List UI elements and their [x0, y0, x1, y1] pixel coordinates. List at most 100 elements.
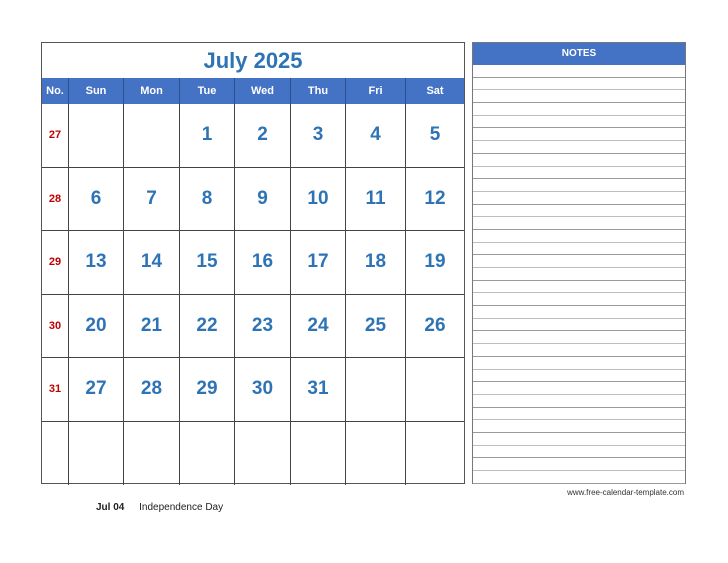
holiday-name: Independence Day [139, 502, 224, 513]
note-line[interactable] [473, 471, 685, 484]
header-fri: Fri [346, 78, 406, 104]
day-cell [124, 104, 180, 167]
note-line[interactable] [473, 154, 685, 167]
day-cell: 20 [69, 294, 124, 357]
note-line[interactable] [473, 141, 685, 154]
day-cell: 29 [180, 358, 235, 421]
day-cell: 17 [291, 231, 346, 294]
note-line[interactable] [473, 78, 685, 91]
note-line[interactable] [473, 281, 685, 294]
note-line[interactable] [473, 167, 685, 180]
week-number: 31 [42, 358, 69, 421]
day-cell: 22 [180, 294, 235, 357]
day-cell: 3 [291, 104, 346, 167]
weekday-header: No. Sun Mon Tue Wed Thu Fri Sat [42, 78, 464, 104]
header-sat: Sat [426, 85, 444, 97]
header-tue: Tue [180, 78, 235, 104]
week-row: 27 1 2 3 4 5 [42, 104, 464, 168]
week-number: 28 [42, 167, 69, 230]
header-wed: Wed [235, 78, 291, 104]
day-cell: 12 [424, 187, 446, 209]
week-row: 29 13 14 15 16 17 18 19 [42, 231, 464, 295]
day-cell: 25 [346, 294, 406, 357]
calendar: July 2025 No. Sun Mon Tue Wed Thu Fri Sa… [41, 42, 465, 486]
note-line[interactable] [473, 458, 685, 471]
day-cell: 6 [69, 167, 124, 230]
note-line[interactable] [473, 103, 685, 116]
header-no: No. [42, 78, 69, 104]
note-line[interactable] [473, 446, 685, 459]
day-cell [235, 421, 291, 485]
day-cell: 8 [180, 167, 235, 230]
note-line[interactable] [473, 306, 685, 319]
note-line[interactable] [473, 433, 685, 446]
note-line[interactable] [473, 357, 685, 370]
week-row: 30 20 21 22 23 24 25 26 [42, 294, 464, 358]
header-sun: Sun [69, 78, 124, 104]
day-cell: 15 [180, 231, 235, 294]
note-line[interactable] [473, 205, 685, 218]
header-mon: Mon [124, 78, 180, 104]
note-line[interactable] [473, 217, 685, 230]
day-cell [346, 358, 406, 421]
note-line[interactable] [473, 293, 685, 307]
week-row: 28 6 7 8 9 10 11 12 [42, 167, 464, 231]
day-cell [346, 421, 406, 485]
day-cell: 1 [180, 104, 235, 167]
day-cell: 9 [235, 167, 291, 230]
note-line[interactable] [473, 90, 685, 104]
note-line[interactable] [473, 408, 685, 421]
note-line[interactable] [473, 420, 685, 433]
day-cell: 19 [424, 251, 446, 273]
day-cell: 14 [124, 231, 180, 294]
notes-title: NOTES [473, 43, 685, 65]
day-cell [69, 104, 124, 167]
day-cell [406, 358, 464, 421]
day-cell [291, 421, 346, 485]
note-line[interactable] [473, 382, 685, 395]
note-line[interactable] [473, 116, 685, 129]
week-number: 29 [42, 231, 69, 294]
day-cell: 16 [235, 231, 291, 294]
day-cell [69, 421, 124, 485]
website-url: www.free-calendar-template.com [567, 488, 684, 497]
header-thu: Thu [291, 78, 346, 104]
note-line[interactable] [473, 268, 685, 281]
note-line[interactable] [473, 344, 685, 357]
day-cell: 24 [291, 294, 346, 357]
note-line[interactable] [473, 370, 685, 383]
day-cell [406, 422, 464, 486]
week-row [42, 421, 464, 486]
note-line[interactable] [473, 243, 685, 256]
note-line[interactable] [473, 395, 685, 408]
day-cell: 28 [124, 358, 180, 421]
day-cell: 11 [346, 167, 406, 230]
day-cell: 13 [69, 231, 124, 294]
day-cell: 2 [235, 104, 291, 167]
day-cell: 7 [124, 167, 180, 230]
day-cell: 21 [124, 294, 180, 357]
day-cell: 10 [291, 167, 346, 230]
week-number [42, 421, 69, 485]
day-cell: 30 [235, 358, 291, 421]
holiday-item: Jul 04 Independence Day [96, 502, 223, 513]
day-cell: 4 [346, 104, 406, 167]
note-line[interactable] [473, 331, 685, 345]
note-line[interactable] [473, 319, 685, 332]
day-cell: 23 [235, 294, 291, 357]
week-number: 27 [42, 104, 69, 167]
note-line[interactable] [473, 179, 685, 192]
day-cell: 5 [429, 124, 441, 146]
note-lines [473, 65, 685, 484]
day-cell: 26 [424, 314, 446, 336]
day-cell: 31 [291, 358, 346, 421]
day-cell: 27 [69, 358, 124, 421]
calendar-title: July 2025 [203, 48, 303, 73]
note-line[interactable] [473, 65, 685, 78]
week-number: 30 [42, 294, 69, 357]
day-cell [124, 421, 180, 485]
note-line[interactable] [473, 128, 685, 142]
note-line[interactable] [473, 255, 685, 268]
note-line[interactable] [473, 230, 685, 243]
note-line[interactable] [473, 192, 685, 205]
